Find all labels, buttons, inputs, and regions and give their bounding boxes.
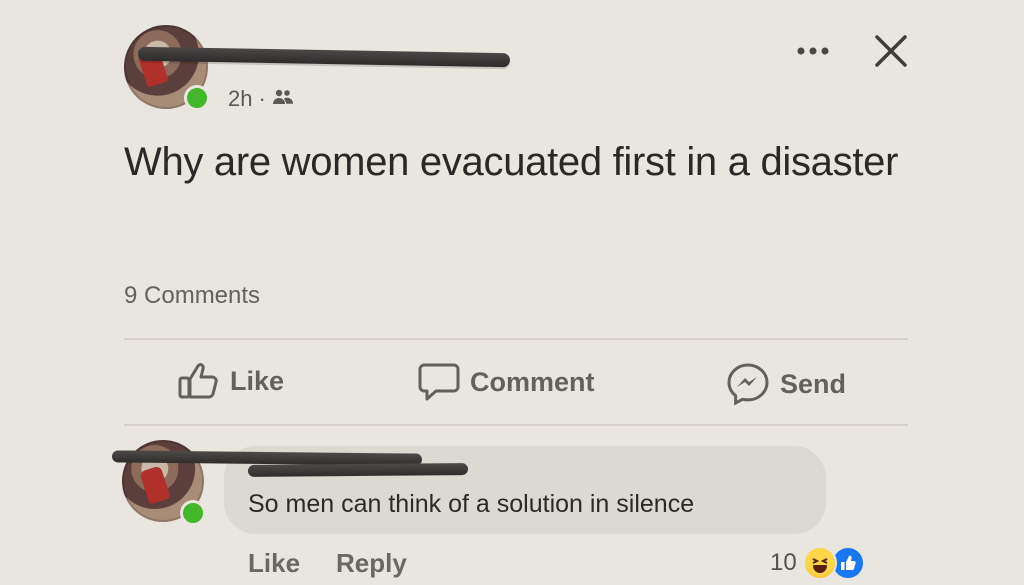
comment-reply-button[interactable]: Reply [336, 548, 407, 579]
comments-count[interactable]: 9 Comments [124, 282, 260, 310]
more-icon[interactable] [796, 44, 832, 56]
post-meta: 2h · [228, 86, 294, 112]
comment-reactions[interactable]: 10 [770, 546, 865, 580]
like-button[interactable]: Like [178, 362, 284, 400]
close-icon[interactable] [874, 34, 908, 68]
comment-label: Comment [470, 366, 595, 397]
haha-emoji-icon [802, 546, 837, 580]
reaction-count: 10 [770, 549, 797, 576]
post-text: Why are women evacuated first in a disas… [124, 140, 899, 184]
like-label: Like [230, 365, 285, 396]
commenter-name-redacted-overlay [247, 463, 469, 477]
post-time[interactable]: 2h [228, 86, 252, 112]
comment-text: So men can think of a solution in silenc… [248, 490, 695, 518]
meta-separator: · [258, 86, 266, 111]
comment-icon [418, 362, 460, 402]
messenger-icon [726, 362, 770, 406]
send-button[interactable]: Send [726, 362, 846, 406]
divider-top [124, 338, 908, 340]
friends-icon [272, 86, 294, 112]
thumbs-up-icon [178, 362, 220, 400]
avatar-figure [139, 465, 171, 505]
commenter-online-dot [180, 500, 206, 526]
comment-button[interactable]: Comment [418, 362, 595, 402]
comment-like-button[interactable]: Like [248, 548, 300, 579]
send-label: Send [780, 368, 847, 399]
online-status-dot [184, 85, 210, 111]
divider-bottom [124, 424, 908, 426]
